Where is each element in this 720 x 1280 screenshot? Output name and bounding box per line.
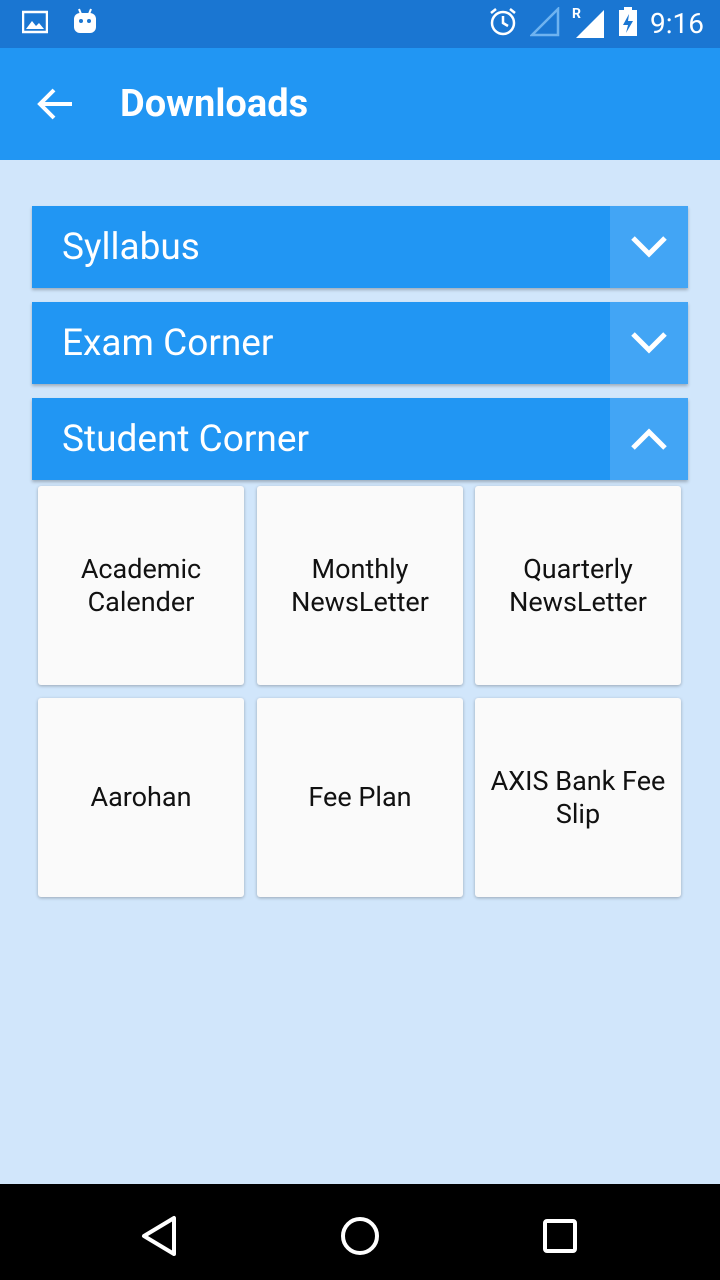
- tile-aarohan[interactable]: Aarohan: [38, 698, 244, 897]
- collapse-toggle[interactable]: [610, 398, 688, 480]
- image-notification-icon: [21, 10, 49, 38]
- tile-academic-calender[interactable]: Academic Calender: [38, 486, 244, 685]
- tile-label: Academic Calender: [80, 552, 202, 618]
- tile-label: Quarterly NewsLetter: [509, 552, 647, 618]
- section-label: Syllabus: [62, 226, 200, 269]
- expand-toggle[interactable]: [610, 302, 688, 384]
- back-button[interactable]: [34, 84, 78, 124]
- tile-label: Aarohan: [90, 781, 192, 813]
- android-notification-icon: [72, 8, 98, 40]
- recents-square-icon: [543, 1219, 577, 1253]
- section-label: Student Corner: [62, 418, 309, 461]
- tile-axis-bank-fee-slip[interactable]: AXIS Bank Fee Slip: [475, 698, 681, 897]
- status-time: 9:16: [650, 7, 704, 40]
- back-triangle-icon: [142, 1216, 176, 1256]
- alarm-icon: [488, 6, 518, 42]
- roaming-indicator: R: [572, 6, 581, 22]
- section-label: Exam Corner: [62, 322, 274, 365]
- tile-fee-plan[interactable]: Fee Plan: [257, 698, 463, 897]
- tile-label: AXIS Bank Fee Slip: [490, 764, 666, 830]
- chevron-up-icon: [631, 428, 667, 450]
- app-bar: Downloads: [0, 48, 720, 160]
- page-title: Downloads: [120, 82, 309, 126]
- system-nav-bar: [0, 1184, 720, 1280]
- tile-label: Monthly NewsLetter: [291, 552, 429, 618]
- status-bar: R 9:16: [0, 0, 720, 48]
- tile-quarterly-newsletter[interactable]: Quarterly NewsLetter: [475, 486, 681, 685]
- chevron-down-icon: [631, 236, 667, 258]
- nav-back-button[interactable]: [136, 1212, 184, 1260]
- back-arrow-icon: [37, 88, 72, 120]
- section-syllabus[interactable]: Syllabus: [32, 206, 688, 288]
- cell-signal-roaming-icon: R: [572, 6, 606, 40]
- nav-recents-button[interactable]: [536, 1212, 584, 1260]
- tile-monthly-newsletter[interactable]: Monthly NewsLetter: [257, 486, 463, 685]
- section-student-corner[interactable]: Student Corner: [32, 398, 688, 480]
- tile-label: Fee Plan: [308, 781, 412, 813]
- expand-toggle[interactable]: [610, 206, 688, 288]
- section-exam-corner[interactable]: Exam Corner: [32, 302, 688, 384]
- wifi-signal-icon: [528, 5, 560, 41]
- battery-charging-icon: [618, 6, 638, 42]
- home-circle-icon: [341, 1217, 379, 1255]
- chevron-down-icon: [631, 332, 667, 354]
- nav-home-button[interactable]: [336, 1212, 384, 1260]
